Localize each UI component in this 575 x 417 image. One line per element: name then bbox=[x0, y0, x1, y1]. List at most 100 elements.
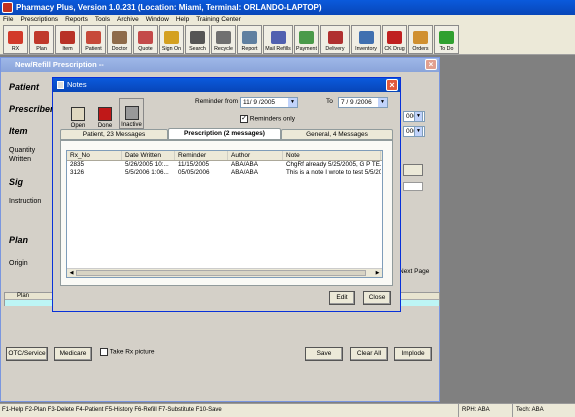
payment-button[interactable]: Payment bbox=[294, 25, 319, 54]
toolbar-label: Orders bbox=[412, 46, 429, 52]
right-field-2-dropdown-icon[interactable]: ▼ bbox=[414, 126, 423, 137]
patient-button[interactable]: Patient bbox=[81, 25, 106, 54]
plan-button[interactable]: Plan bbox=[29, 25, 54, 54]
toolbar-label: CK Drug bbox=[384, 46, 405, 52]
toolbar-label: RX bbox=[11, 46, 20, 52]
medicare-button[interactable]: Medicare bbox=[54, 347, 92, 361]
implode-button[interactable]: Implode bbox=[394, 347, 432, 361]
ck-drug-button[interactable]: CK Drug bbox=[382, 25, 407, 54]
horizontal-scrollbar[interactable]: ◀ ▶ bbox=[67, 268, 382, 277]
close-button[interactable]: Close bbox=[363, 291, 391, 305]
toolbar-label: Inventory bbox=[355, 46, 377, 52]
notes-close-icon[interactable]: × bbox=[386, 79, 398, 91]
scroll-thumb[interactable] bbox=[76, 270, 366, 276]
reminder-to-date[interactable]: 7 / 9 /2006 ▼ bbox=[338, 97, 388, 108]
menu-archive[interactable]: Archive bbox=[117, 15, 139, 25]
column-header-author[interactable]: Author bbox=[228, 151, 283, 160]
delivery-button[interactable]: Delivery bbox=[320, 25, 350, 54]
toolbar-label: Plan bbox=[36, 46, 47, 52]
toolbar-label: Quote bbox=[138, 46, 153, 52]
reminder-to-value: 7 / 9 /2006 bbox=[341, 99, 372, 106]
column-header-date-written[interactable]: Date Written bbox=[122, 151, 175, 160]
save-button[interactable]: Save bbox=[305, 347, 343, 361]
mail-refills-button[interactable]: Mail Refills bbox=[263, 25, 293, 54]
reminder-from-date[interactable]: 11/ 9 /2005 ▼ bbox=[240, 97, 298, 108]
search-icon bbox=[190, 31, 205, 44]
todo-icon bbox=[439, 31, 454, 44]
patient-icon bbox=[86, 31, 101, 44]
rx-window-close-icon[interactable]: × bbox=[425, 59, 437, 70]
done-button[interactable]: Done bbox=[94, 98, 116, 129]
next-page-link[interactable]: Next Page bbox=[399, 268, 429, 275]
main-toolbar: RX Plan Item Patient Doctor Quote Sign On Searc… bbox=[0, 25, 575, 55]
tab-prescription[interactable]: Prescription (2 messages) bbox=[168, 128, 281, 140]
doctor-button[interactable]: Doctor bbox=[107, 25, 132, 54]
take-rx-picture-row: Take Rx picture bbox=[100, 348, 155, 356]
plan-icon bbox=[34, 31, 49, 44]
reminder-from-dropdown-icon[interactable]: ▼ bbox=[288, 98, 297, 107]
table-cell: This is a note I wrote to test 5/5/20... bbox=[286, 169, 381, 176]
column-header-note[interactable]: Note bbox=[283, 151, 381, 160]
rx-button[interactable]: RX bbox=[3, 25, 28, 54]
right-field-1-dropdown-icon[interactable]: ▼ bbox=[414, 111, 423, 122]
table-row[interactable]: 3126 5/5/2006 1:06... 05/05/2006 ABA/ABA Thi… bbox=[67, 169, 382, 177]
scroll-right-icon[interactable]: ▶ bbox=[374, 270, 381, 276]
table-cell: ABA/ABA bbox=[231, 169, 258, 176]
app-title: Pharmacy Plus, Version 1.0.231 (Location… bbox=[16, 3, 322, 12]
sign-on-button[interactable]: Sign On bbox=[159, 25, 184, 54]
quote-button[interactable]: Quote bbox=[133, 25, 158, 54]
otc-service-button[interactable]: OTC/Service bbox=[6, 347, 48, 361]
label-quantity: Quantity bbox=[9, 147, 36, 154]
toolbar-label: Recycle bbox=[214, 46, 233, 52]
column-header-reminder[interactable]: Reminder bbox=[175, 151, 228, 160]
column-header-rx-no[interactable]: Rx_No bbox=[67, 151, 122, 160]
inactive-label: Inactive bbox=[121, 122, 142, 128]
table-cell: 05/05/2006 bbox=[178, 169, 210, 176]
table-cell: 2835 bbox=[70, 161, 85, 168]
right-side-field[interactable] bbox=[403, 182, 423, 191]
menu-tools[interactable]: Tools bbox=[95, 15, 110, 25]
menu-prescriptions[interactable]: Prescriptions bbox=[20, 15, 58, 25]
tab-general[interactable]: General, 4 Messages bbox=[281, 129, 393, 140]
menu-window[interactable]: Window bbox=[146, 15, 169, 25]
check-drug-icon bbox=[387, 31, 402, 44]
scroll-left-icon[interactable]: ◀ bbox=[68, 270, 75, 276]
clear-all-button[interactable]: Clear All bbox=[350, 347, 388, 361]
reminders-only-checkbox[interactable]: ✓ bbox=[240, 115, 248, 123]
take-rx-picture-checkbox[interactable] bbox=[100, 348, 108, 356]
item-button[interactable]: Item bbox=[55, 25, 80, 54]
inventory-icon bbox=[358, 31, 374, 44]
open-button[interactable]: Open bbox=[67, 98, 89, 129]
report-icon bbox=[242, 31, 257, 44]
table-row[interactable]: 2835 5/26/2005 10:... 11/15/2005 ABA/ABA Chg… bbox=[67, 161, 382, 169]
orders-button[interactable]: Orders bbox=[408, 25, 433, 54]
inactive-button[interactable]: Inactive bbox=[119, 98, 144, 129]
inventory-button[interactable]: Inventory bbox=[351, 25, 381, 54]
menu-reports[interactable]: Reports bbox=[65, 15, 88, 25]
tab-patient[interactable]: Patient, 23 Messages bbox=[60, 129, 168, 140]
toolbar-label: Mail Refills bbox=[265, 46, 291, 52]
toolbar-label: Payment bbox=[296, 46, 317, 52]
table-cell: ABA/ABA bbox=[231, 161, 258, 168]
to-do-button[interactable]: To Do bbox=[434, 25, 459, 54]
table-cell: ChgRf already 5/25/2005, G P TE... bbox=[286, 161, 381, 168]
reminder-to-dropdown-icon[interactable]: ▼ bbox=[378, 98, 387, 107]
to-label: To bbox=[326, 98, 333, 105]
menu-help[interactable]: Help bbox=[176, 15, 189, 25]
menu-file[interactable]: File bbox=[3, 15, 13, 25]
recycle-button[interactable]: Recycle bbox=[211, 25, 236, 54]
reminder-from-label: Reminder from bbox=[195, 98, 238, 105]
quote-icon bbox=[138, 31, 153, 44]
search-button[interactable]: Search bbox=[185, 25, 210, 54]
rph-status: RPH: ABA bbox=[458, 404, 490, 417]
delivery-icon bbox=[327, 31, 343, 44]
edit-button[interactable]: Edit bbox=[329, 291, 355, 305]
toolbar-label: Search bbox=[189, 46, 206, 52]
menu-training-center[interactable]: Training Center bbox=[196, 15, 241, 25]
app-icon bbox=[2, 2, 13, 13]
rx-icon bbox=[8, 31, 23, 44]
report-button[interactable]: Report bbox=[237, 25, 262, 54]
app-title-bar: Pharmacy Plus, Version 1.0.231 (Location… bbox=[0, 0, 575, 15]
recycle-icon bbox=[216, 31, 231, 44]
right-side-button[interactable] bbox=[403, 164, 423, 176]
